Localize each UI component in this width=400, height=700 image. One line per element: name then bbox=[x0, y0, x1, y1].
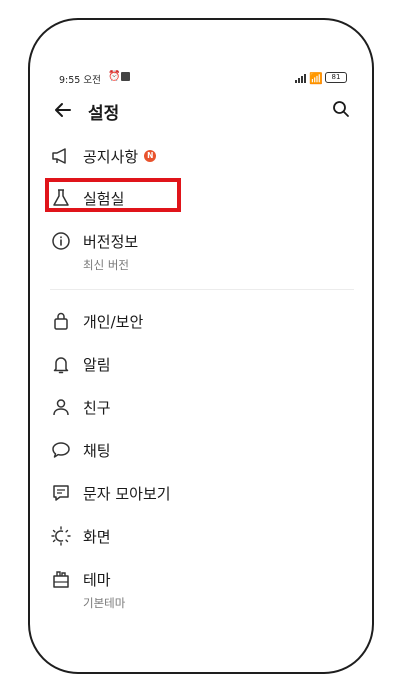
menu-label: 공지사항 N bbox=[83, 146, 157, 167]
menu-label: 개인/보안 bbox=[83, 313, 144, 331]
person-icon bbox=[53, 399, 69, 416]
page-title: 설정 bbox=[88, 104, 120, 124]
lock-icon bbox=[54, 312, 68, 330]
menu-item-friends[interactable]: 친구 bbox=[50, 396, 350, 436]
menu-sublabel: 최신 버전 bbox=[83, 258, 129, 272]
menu-label: 친구 bbox=[83, 399, 111, 417]
theme-icon bbox=[53, 571, 69, 588]
menu-item-screen[interactable]: 화면 bbox=[50, 525, 350, 565]
info-icon bbox=[52, 232, 70, 250]
status-bar: 9:55 오전 ⏰ 📶 81 bbox=[59, 71, 347, 86]
status-time: 9:55 오전 bbox=[59, 75, 101, 86]
search-icon[interactable] bbox=[331, 99, 351, 119]
chat-bubble-icon bbox=[52, 442, 70, 458]
notification-icon bbox=[121, 72, 130, 81]
menu-item-alarm[interactable]: 알림 bbox=[50, 353, 350, 393]
app-header: 설정 bbox=[51, 98, 351, 124]
highlight-box bbox=[45, 178, 181, 212]
menu-item-theme[interactable]: 테마 기본테마 bbox=[50, 568, 350, 614]
menu-label: 채팅 bbox=[83, 442, 111, 460]
alarm-icon: ⏰ bbox=[108, 71, 121, 82]
battery-indicator: 81 bbox=[325, 72, 347, 83]
menu-item-privacy[interactable]: 개인/보안 bbox=[50, 310, 350, 350]
new-badge: N bbox=[144, 149, 157, 162]
menu-item-version[interactable]: 버전정보 최신 버전 bbox=[50, 230, 350, 276]
sms-icon bbox=[53, 485, 69, 501]
menu-label: 알림 bbox=[83, 356, 111, 374]
menu-label: 테마 bbox=[83, 571, 111, 589]
menu-label: 버전정보 bbox=[83, 233, 139, 251]
wifi-icon: 📶 bbox=[309, 72, 323, 85]
signal-icon bbox=[295, 74, 306, 83]
section-divider bbox=[50, 289, 354, 290]
menu-label: 문자 모아보기 bbox=[83, 485, 171, 503]
menu-item-chat[interactable]: 채팅 bbox=[50, 439, 350, 479]
back-arrow-icon[interactable] bbox=[51, 98, 75, 122]
menu-sublabel: 기본테마 bbox=[83, 596, 126, 610]
megaphone-icon bbox=[52, 148, 66, 164]
menu-item-sms[interactable]: 문자 모아보기 bbox=[50, 482, 350, 522]
bell-icon bbox=[53, 357, 69, 374]
menu-label: 화면 bbox=[83, 528, 111, 546]
brightness-icon bbox=[51, 526, 71, 546]
